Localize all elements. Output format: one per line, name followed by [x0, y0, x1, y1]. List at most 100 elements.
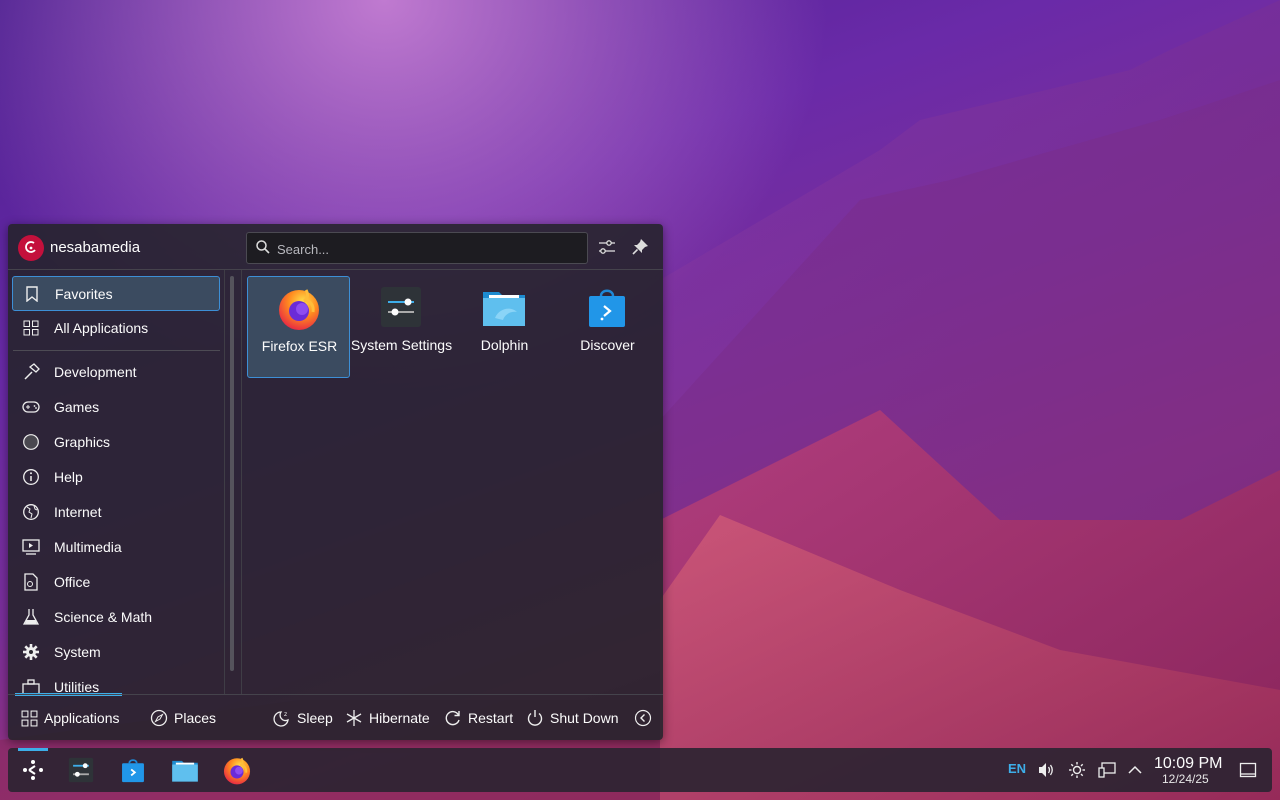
category-office[interactable]: Office — [12, 565, 220, 598]
snowflake-icon — [345, 709, 363, 727]
media-icon — [22, 538, 40, 556]
store-icon — [122, 759, 144, 783]
taskbar-firefox[interactable] — [221, 754, 253, 786]
category-utilities[interactable]: Utilities — [12, 670, 220, 694]
restart-button[interactable]: Restart — [444, 695, 513, 741]
category-games[interactable]: Games — [12, 390, 220, 423]
firefox-icon — [279, 289, 319, 330]
sleep-button[interactable]: z Sleep — [273, 695, 333, 741]
volume-icon[interactable] — [1036, 760, 1056, 780]
flask-icon — [22, 608, 40, 626]
search-box[interactable] — [246, 232, 588, 265]
category-label: Graphics — [54, 433, 111, 450]
category-label: All Applications — [54, 319, 149, 336]
places-tab[interactable]: Places — [150, 695, 216, 741]
sidebar-divider — [224, 270, 225, 694]
network-icon[interactable] — [1097, 760, 1117, 780]
toolbox-icon — [22, 678, 40, 694]
app-label: Dolphin — [480, 337, 529, 353]
category-science-math[interactable]: Science & Math — [12, 600, 220, 633]
globe-icon — [22, 503, 40, 521]
clock-date[interactable]: 12/24/25 — [1162, 772, 1209, 786]
application-launcher: nesabamedia Favo — [8, 224, 663, 740]
gamepad-icon — [22, 398, 40, 416]
category-label: Internet — [54, 503, 102, 520]
category-label: Development — [54, 363, 137, 380]
app-tile-discover[interactable]: Discover — [556, 276, 659, 378]
category-label: Utilities — [54, 678, 100, 695]
bookmark-icon — [23, 285, 41, 303]
debian-logo-icon[interactable] — [18, 235, 44, 261]
graphics-icon — [22, 433, 40, 451]
app-label: System Settings — [350, 337, 453, 353]
app-tile-system-settings[interactable]: System Settings — [350, 276, 453, 378]
app-tile-dolphin[interactable]: Dolphin — [453, 276, 556, 378]
clock-time[interactable]: 10:09 PM — [1154, 755, 1222, 773]
show-desktop-icon[interactable] — [1238, 760, 1258, 780]
app-label: Discover — [580, 337, 635, 353]
chevron-up-icon[interactable] — [1125, 760, 1145, 780]
keyboard-layout-indicator[interactable]: EN — [1008, 761, 1026, 776]
restart-label: Restart — [468, 710, 514, 726]
hibernate-button[interactable]: Hibernate — [345, 695, 430, 741]
launcher-header: nesabamedia — [8, 224, 663, 270]
power-icon — [526, 709, 544, 727]
taskbar-system-settings[interactable] — [65, 754, 97, 786]
category-label: Science & Math — [54, 608, 153, 625]
applications-tab[interactable]: Applications — [20, 695, 120, 741]
grid-icon — [22, 319, 40, 337]
category-sidebar: Favorites All Applications Development G… — [8, 270, 226, 694]
compass-icon — [150, 709, 168, 727]
pin-icon[interactable] — [629, 236, 651, 258]
configure-icon[interactable] — [596, 236, 618, 258]
gear-icon — [22, 643, 40, 661]
grid-icon — [20, 709, 38, 727]
folder-icon — [172, 760, 198, 782]
taskbar-discover[interactable] — [117, 754, 149, 786]
settings-icon — [381, 287, 421, 327]
grid-divider — [241, 270, 242, 694]
svg-text:z: z — [284, 711, 287, 718]
category-help[interactable]: Help — [12, 460, 220, 493]
shutdown-button[interactable]: Shut Down — [526, 695, 618, 741]
category-label: Help — [54, 468, 83, 485]
taskbar: EN 10:09 PM 12/24/25 — [8, 748, 1272, 792]
info-icon — [22, 468, 40, 486]
launcher-button[interactable] — [17, 754, 49, 786]
folder-icon — [483, 292, 525, 326]
category-development[interactable]: Development — [12, 355, 220, 388]
shutdown-label: Shut Down — [550, 710, 619, 726]
sidebar-scrollbar[interactable] — [230, 276, 234, 671]
app-tile-firefox[interactable]: Firefox ESR — [247, 276, 350, 378]
app-label: Firefox ESR — [261, 338, 338, 354]
launcher-footer: Applications Places z Sleep Hibernate Re… — [8, 694, 663, 741]
document-icon — [22, 572, 40, 591]
category-internet[interactable]: Internet — [12, 495, 220, 528]
restart-icon — [444, 709, 462, 727]
firefox-icon — [223, 757, 251, 785]
taskbar-dolphin[interactable] — [169, 754, 201, 786]
more-actions-button[interactable] — [634, 695, 658, 741]
search-input[interactable] — [275, 233, 579, 265]
category-label: Office — [54, 573, 91, 590]
hammer-icon — [22, 362, 40, 381]
category-label: System — [54, 643, 101, 660]
category-all-applications[interactable]: All Applications — [12, 311, 220, 344]
store-icon — [589, 289, 625, 327]
search-icon — [256, 240, 270, 254]
category-label: Multimedia — [54, 538, 122, 555]
applications-label: Applications — [44, 710, 120, 726]
places-label: Places — [174, 710, 217, 726]
sleep-icon: z — [273, 709, 291, 727]
sidebar-separator — [13, 350, 220, 351]
category-graphics[interactable]: Graphics — [12, 425, 220, 458]
user-name[interactable]: nesabamedia — [50, 239, 140, 256]
hibernate-label: Hibernate — [369, 710, 430, 726]
category-label: Games — [54, 398, 100, 415]
category-multimedia[interactable]: Multimedia — [12, 530, 220, 563]
category-system[interactable]: System — [12, 635, 220, 668]
chevron-left-icon — [634, 709, 652, 727]
kde-logo-icon — [23, 760, 43, 780]
category-favorites[interactable]: Favorites — [12, 276, 220, 311]
brightness-icon[interactable] — [1067, 760, 1087, 780]
